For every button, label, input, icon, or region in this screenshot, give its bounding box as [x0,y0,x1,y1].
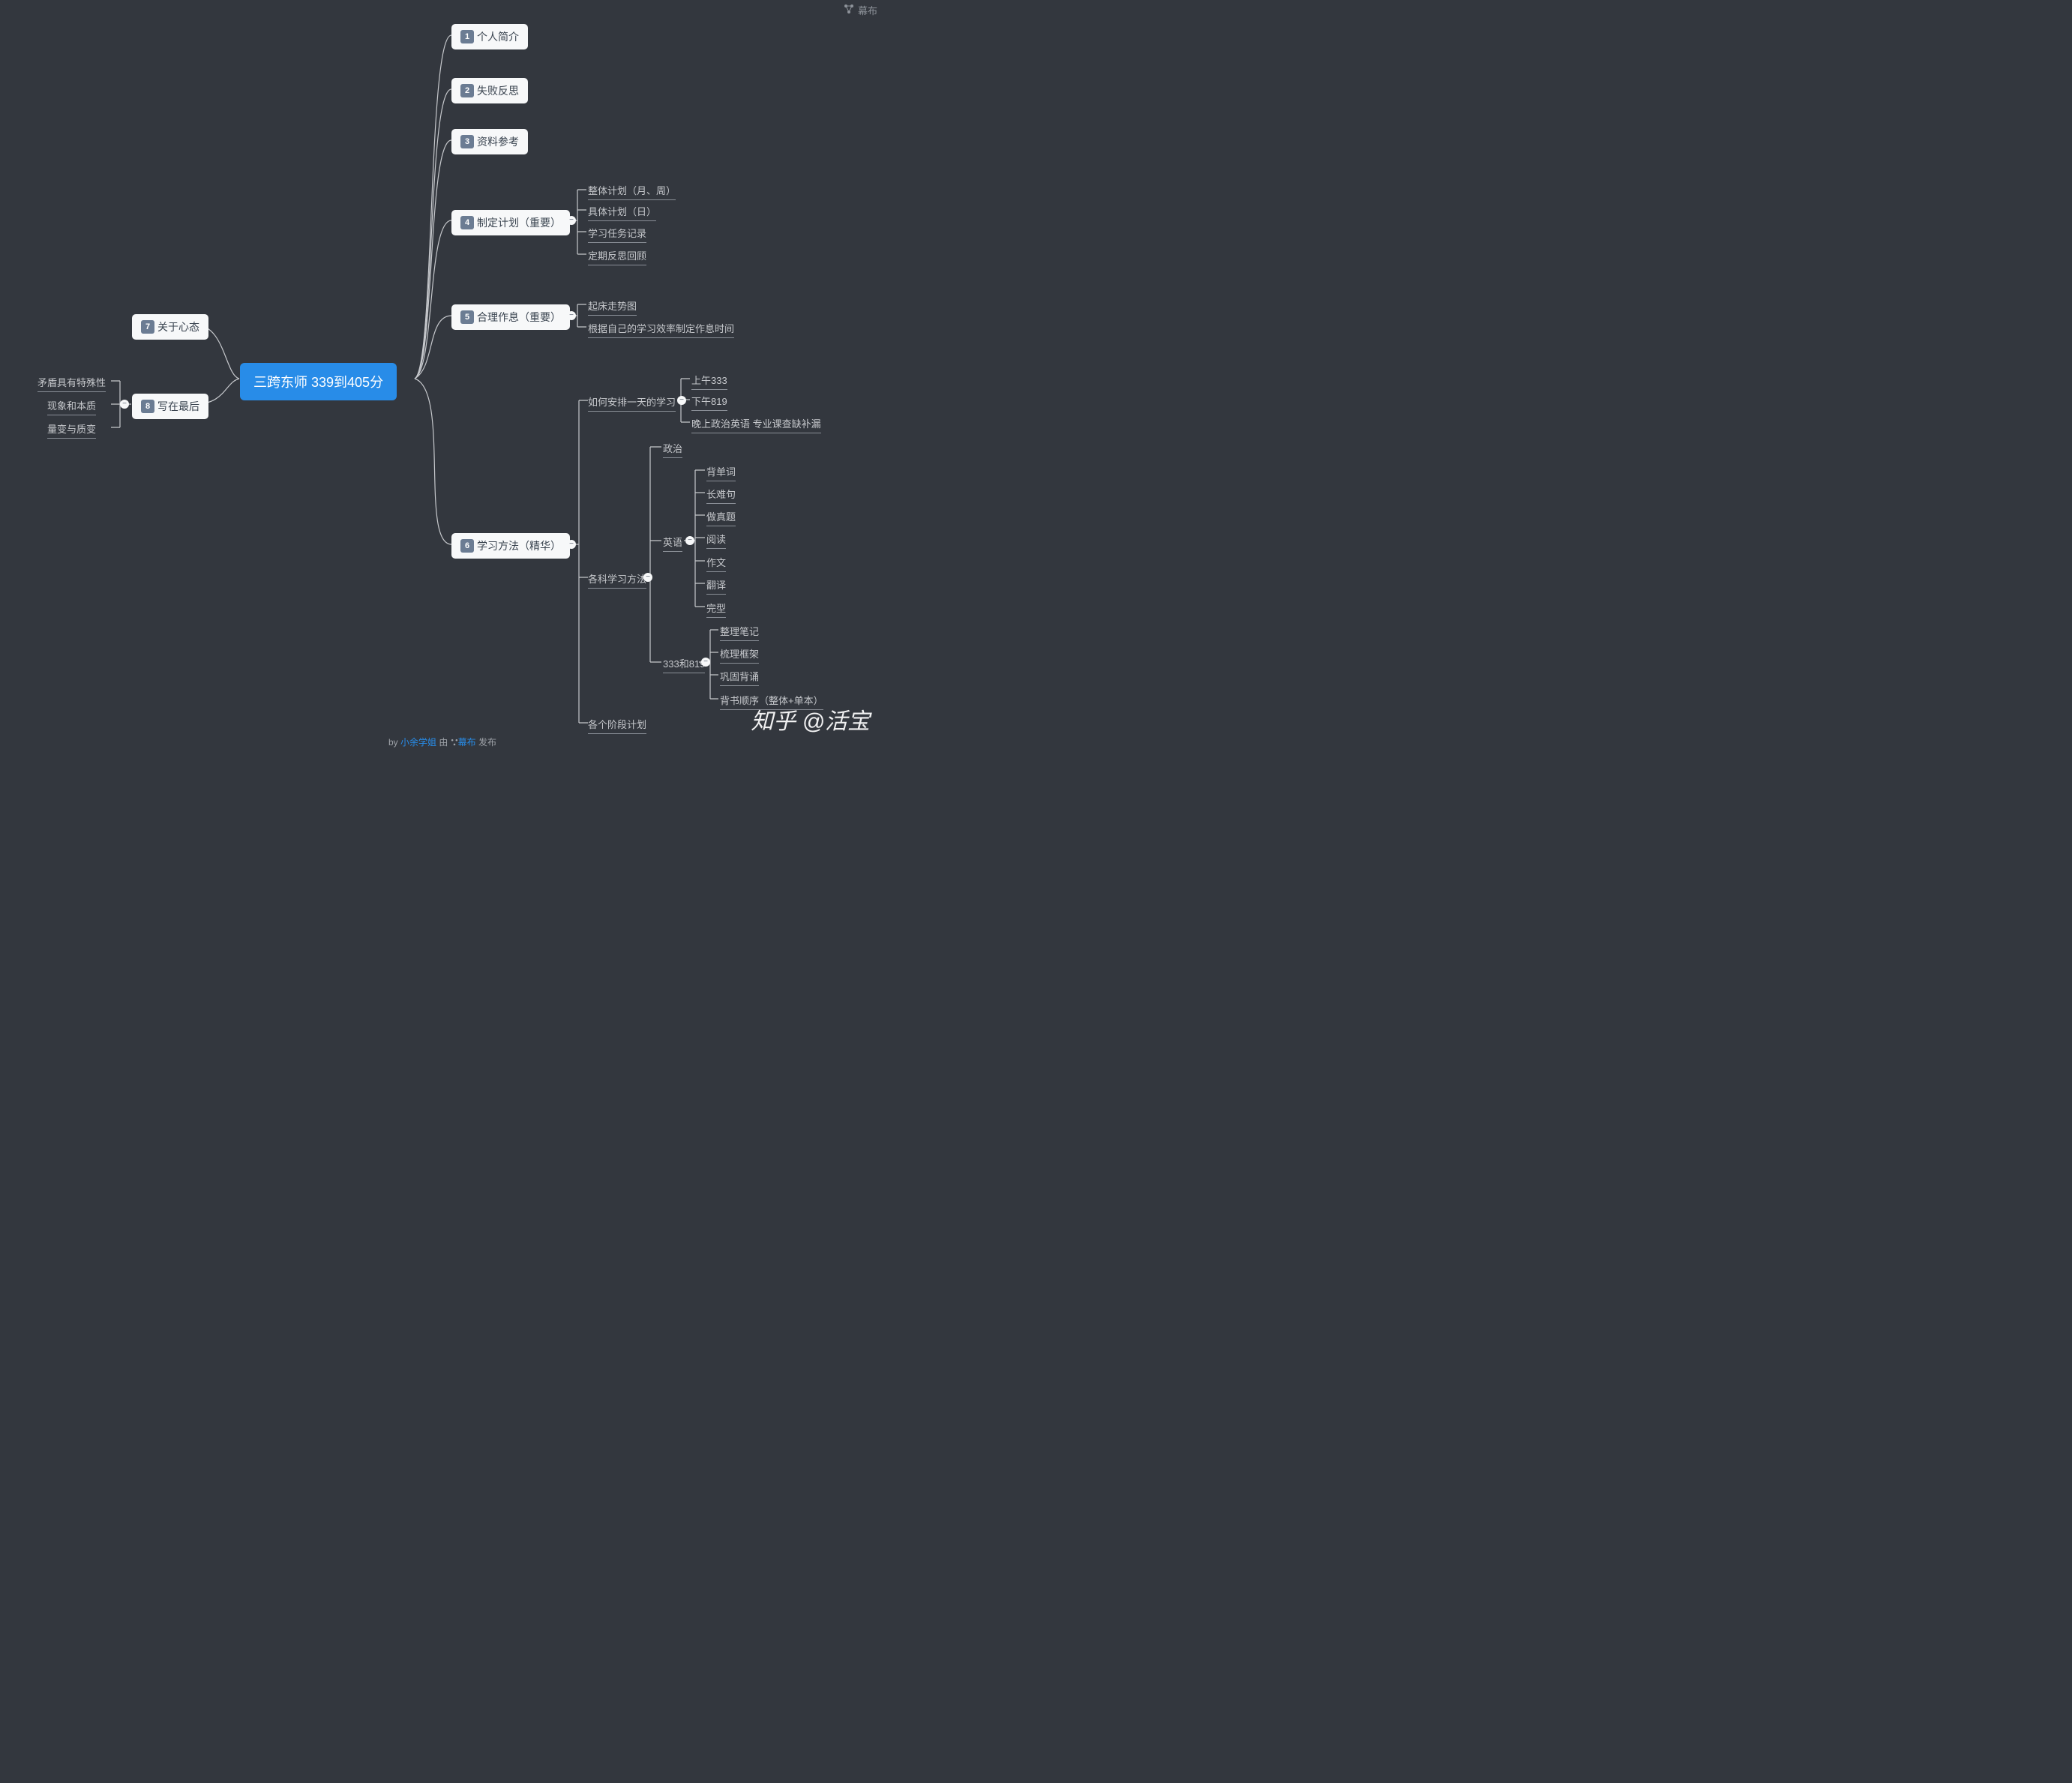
node-english[interactable]: 英语 [663,535,682,552]
node-pro[interactable]: 333和819 [663,656,705,673]
collapse-knob[interactable]: − [677,396,686,405]
node-1[interactable]: 1 个人简介 [451,24,528,49]
collapse-knob[interactable]: − [701,658,710,667]
badge-7: 7 [141,320,154,334]
brand-text: 幕布 [858,3,877,17]
footer-by: by [388,737,400,748]
leaf-pol[interactable]: 政治 [663,441,682,458]
badge-3: 3 [460,135,474,148]
footer-pub: 发布 [476,737,496,748]
collapse-knob[interactable]: − [567,540,576,549]
footer-author[interactable]: 小余学姐 [400,737,436,748]
node-5[interactable]: 5 合理作息（重要） [451,304,570,330]
leaf-eng-6[interactable]: 完型 [706,601,726,618]
node-8[interactable]: 8 写在最后 [132,394,208,419]
collapse-knob[interactable]: − [567,216,576,225]
badge-4: 4 [460,216,474,229]
node-4[interactable]: 4 制定计划（重要） [451,210,570,235]
brand-logo: 幕布 [844,3,877,17]
leaf-8-1[interactable]: 现象和本质 [47,398,96,415]
badge-6: 6 [460,539,474,553]
watermark: 知乎 @活宝 [751,703,870,736]
node-5-label: 合理作息（重要） [477,310,561,325]
badge-5: 5 [460,310,474,324]
leaf-eng-5[interactable]: 翻译 [706,577,726,595]
brand-icon [844,4,854,16]
root-node[interactable]: 三跨东师 339到405分 [240,363,397,400]
leaf-pro-1[interactable]: 梳理框架 [720,646,759,664]
node-3[interactable]: 3 资料参考 [451,129,528,154]
node-6-label: 学习方法（精华） [477,538,561,553]
footer-icon [451,737,458,748]
node-subjects[interactable]: 各科学习方法 [588,571,646,589]
leaf-5-0[interactable]: 起床走势图 [588,298,637,316]
collapse-knob[interactable]: − [643,573,652,582]
leaf-stage[interactable]: 各个阶段计划 [588,717,646,734]
node-3-label: 资料参考 [477,134,519,149]
collapse-knob[interactable]: − [120,400,129,409]
footer-mid: 由 [436,737,451,748]
node-8-label: 写在最后 [157,399,199,414]
leaf-4-1[interactable]: 具体计划（日） [588,204,656,221]
badge-2: 2 [460,84,474,97]
leaf-arrange-1[interactable]: 下午819 [691,394,727,411]
leaf-eng-1[interactable]: 长难句 [706,487,736,504]
leaf-eng-4[interactable]: 作文 [706,555,726,572]
leaf-arrange-2[interactable]: 晚上政治英语 专业课查缺补漏 [691,416,821,433]
root-label: 三跨东师 339到405分 [253,375,383,390]
leaf-eng-3[interactable]: 阅读 [706,532,726,549]
leaf-8-0[interactable]: 矛盾具有特殊性 [37,375,106,392]
node-7[interactable]: 7 关于心态 [132,314,208,340]
node-1-label: 个人简介 [477,29,519,44]
leaf-8-2[interactable]: 量变与质变 [47,421,96,439]
leaf-eng-0[interactable]: 背单词 [706,464,736,481]
leaf-pro-2[interactable]: 巩固背诵 [720,669,759,686]
footer-app[interactable]: 幕布 [458,737,476,748]
node-4-label: 制定计划（重要） [477,215,561,230]
leaf-4-3[interactable]: 定期反思回顾 [588,248,646,265]
collapse-knob[interactable]: − [567,311,576,320]
leaf-4-0[interactable]: 整体计划（月、周） [588,183,676,200]
node-6[interactable]: 6 学习方法（精华） [451,533,570,559]
leaf-arrange-0[interactable]: 上午333 [691,373,727,390]
node-7-label: 关于心态 [157,319,199,334]
leaf-eng-2[interactable]: 做真题 [706,509,736,526]
node-arrange[interactable]: 如何安排一天的学习 [588,394,676,412]
leaf-4-2[interactable]: 学习任务记录 [588,226,646,243]
node-2[interactable]: 2 失败反思 [451,78,528,103]
badge-8: 8 [141,400,154,413]
leaf-pro-0[interactable]: 整理笔记 [720,624,759,641]
footer-credit: by 小余学姐 由 幕布 发布 [0,736,885,748]
collapse-knob[interactable]: − [685,536,694,545]
node-2-label: 失败反思 [477,83,519,98]
leaf-5-1[interactable]: 根据自己的学习效率制定作息时间 [588,321,734,338]
badge-1: 1 [460,30,474,43]
